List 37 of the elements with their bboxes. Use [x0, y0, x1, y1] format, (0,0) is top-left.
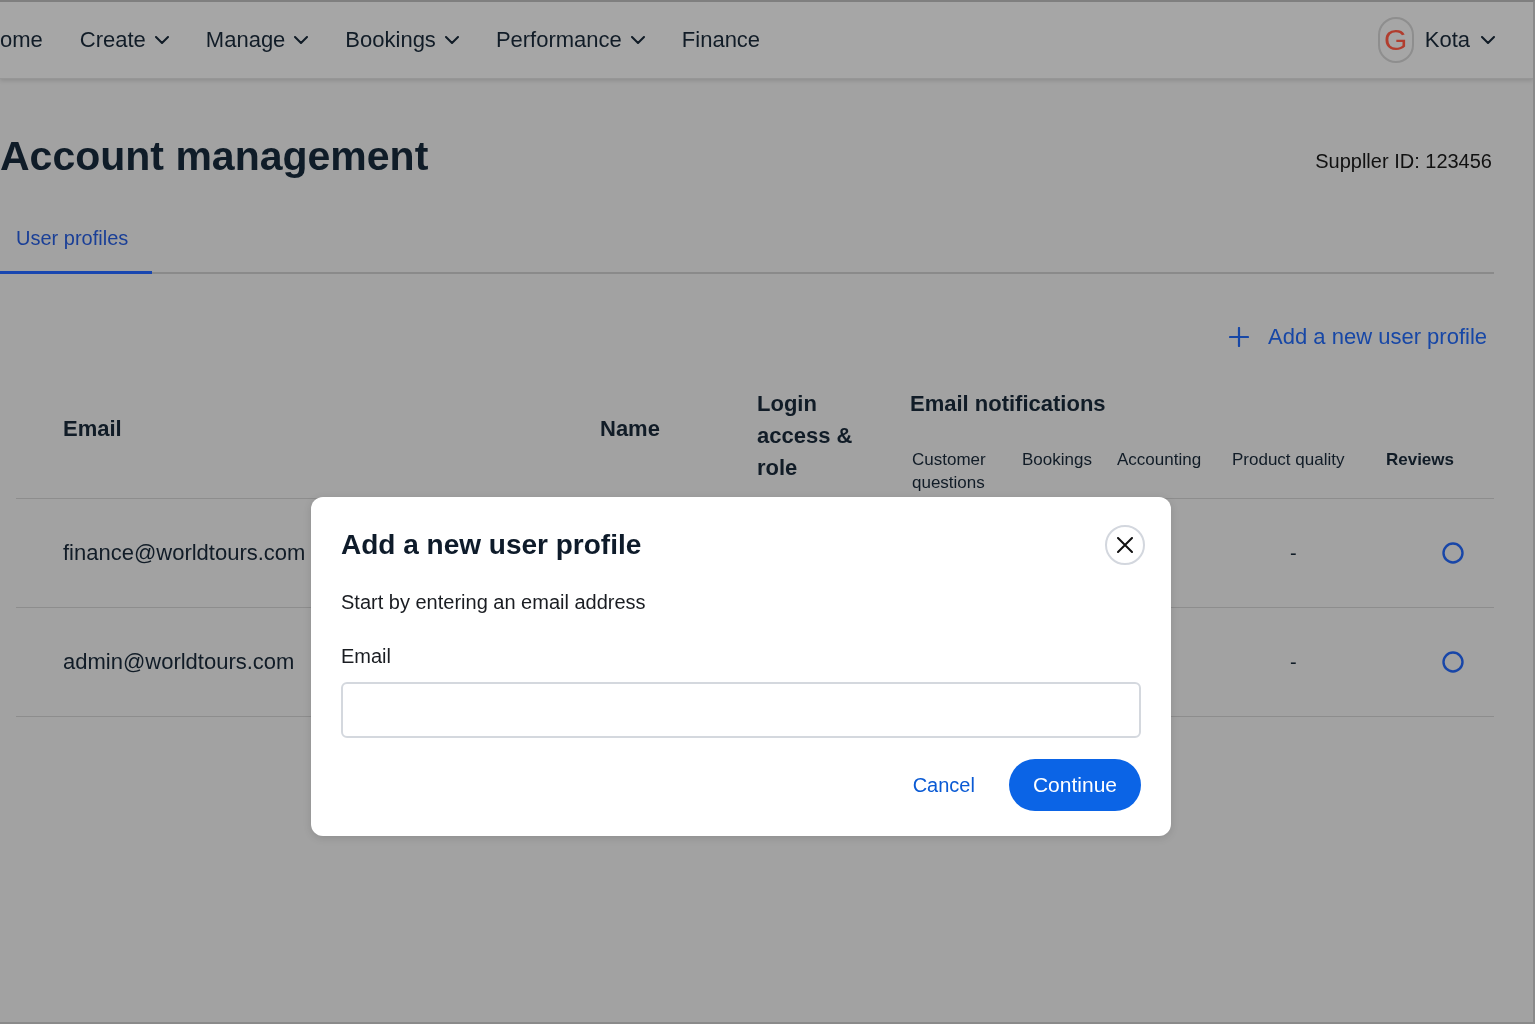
column-header: Reviews	[1385, 449, 1454, 471]
cancel-link[interactable]: Cancel	[912, 772, 975, 798]
dialog-description: Start by entering an email address	[341, 590, 646, 615]
column-header: Login access & role	[757, 390, 854, 482]
column-header: Bookings	[1022, 449, 1092, 471]
nav-menu-item[interactable]: Bookings	[345, 27, 459, 53]
table-cell: -	[1290, 542, 1297, 564]
column-header: Customer questions	[912, 449, 987, 494]
field-label: Email	[341, 644, 391, 669]
radio-button[interactable]	[1442, 542, 1464, 564]
chevron-down-icon	[1481, 36, 1495, 44]
table-cell: admin@worldtours.com	[63, 649, 295, 674]
table-cell: -	[1290, 651, 1297, 673]
column-header: Product quality	[1232, 449, 1345, 471]
user-menu-button[interactable]: G Kota	[1377, 17, 1495, 63]
column-header: Email	[63, 415, 122, 443]
continue-button[interactable]: Continue	[1008, 759, 1141, 811]
supplier-id: Suppller ID: 123456	[1315, 149, 1492, 173]
nav-menu-item[interactable]: ome	[0, 27, 43, 53]
radio-button[interactable]	[1442, 651, 1464, 673]
tab[interactable]: User profiles	[0, 213, 153, 274]
plus-icon	[1229, 327, 1250, 347]
close-icon	[1117, 537, 1133, 553]
column-group-header: Email notifications	[910, 390, 1106, 418]
page-title: Account management	[0, 132, 429, 180]
table-cell: finance@worldtours.com	[63, 540, 306, 565]
user-name: Kota	[1424, 27, 1470, 53]
nav-menu-item[interactable]: Finance	[681, 27, 761, 53]
avatar: G	[1377, 17, 1414, 63]
column-header: Accounting	[1117, 449, 1202, 471]
nav-menu-item[interactable]: Manage	[205, 27, 309, 53]
close-button[interactable]	[1105, 525, 1145, 565]
column-header: Name	[600, 415, 660, 443]
nav-menu-item[interactable]: Create	[79, 27, 169, 53]
email-input-field[interactable]	[341, 682, 1141, 738]
dialog-title: Add a new user profile	[341, 528, 642, 562]
nav-menu-item[interactable]: Performance	[495, 27, 645, 53]
